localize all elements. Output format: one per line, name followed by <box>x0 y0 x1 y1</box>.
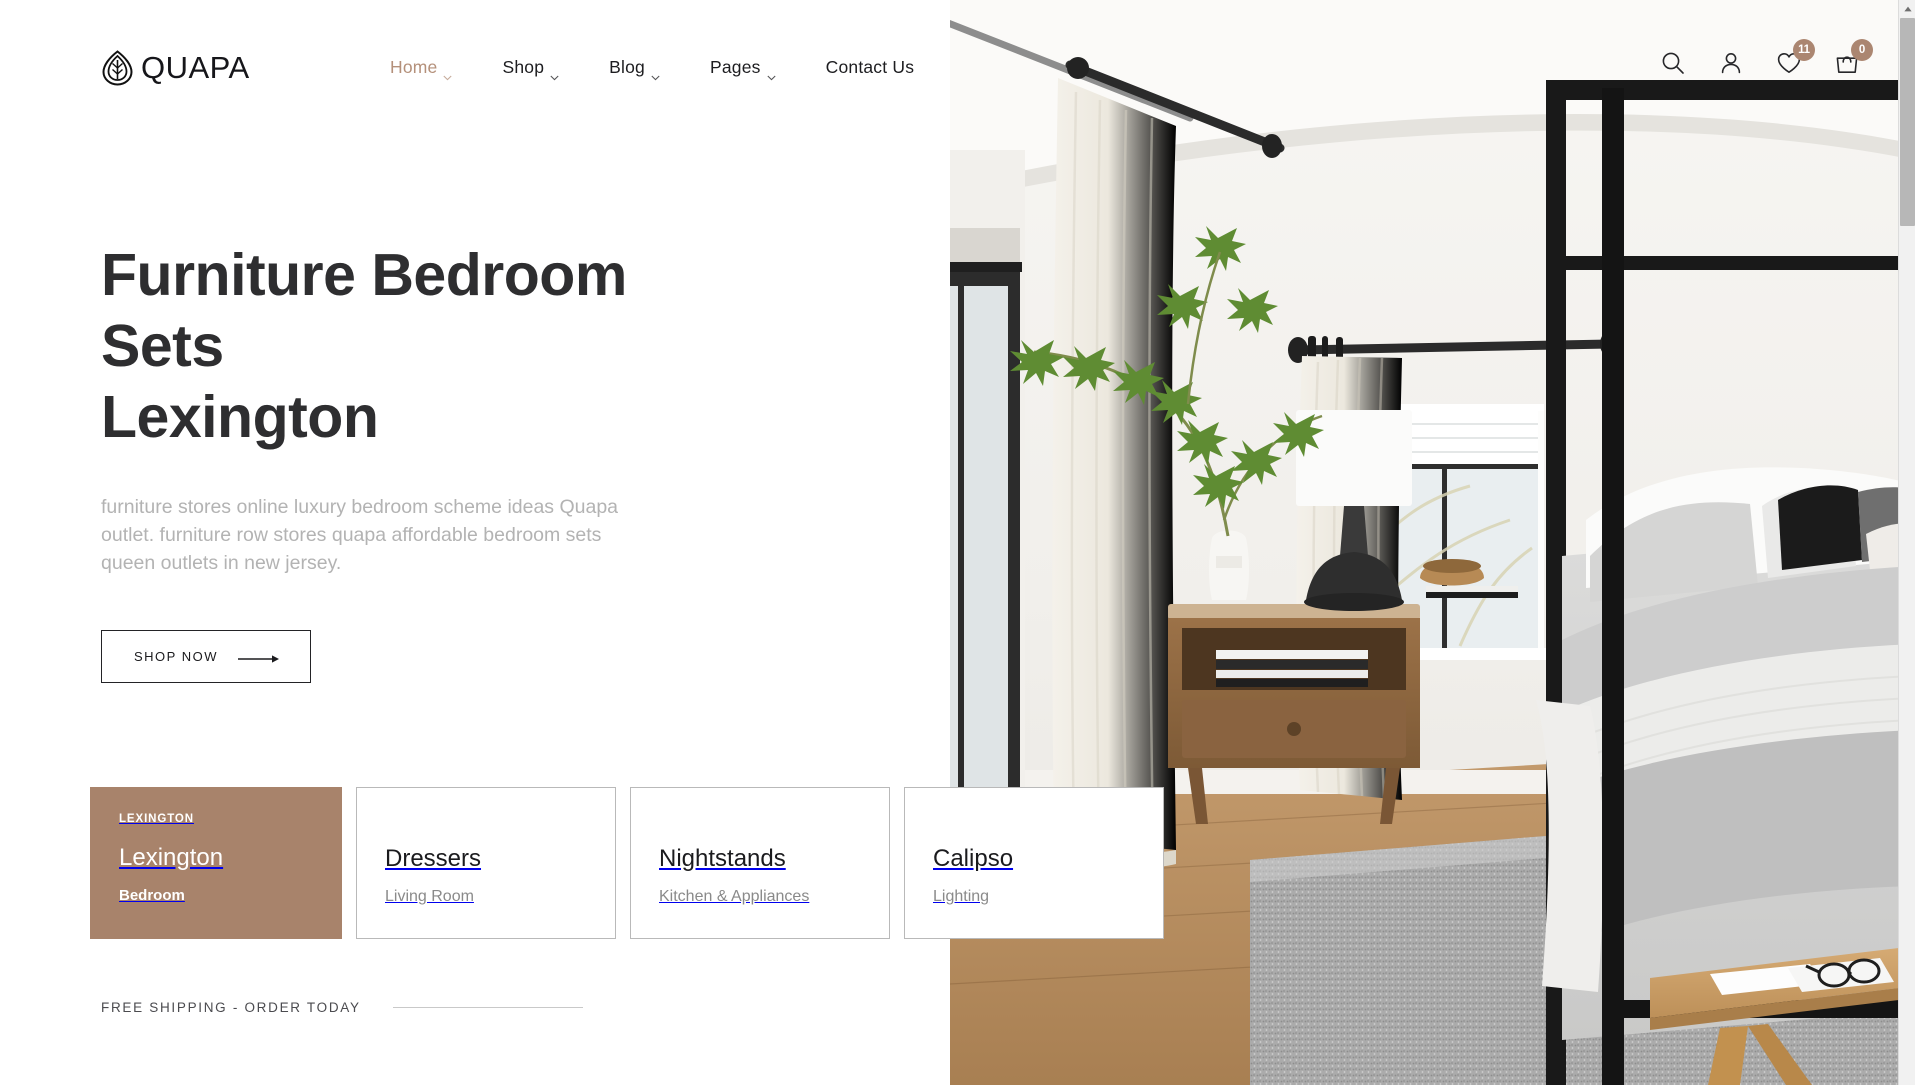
category-subtitle: Lighting <box>933 888 990 906</box>
hero-copy: Furniture Bedroom Sets Lexington furnitu… <box>101 240 761 683</box>
scrollbar-thumb[interactable] <box>1900 18 1915 226</box>
cart-count-badge: 0 <box>1851 39 1873 61</box>
category-card-dressers[interactable]: Dressers Living Room <box>356 787 616 939</box>
shop-now-label: SHOP NOW <box>134 649 218 664</box>
nav-label-contact-us: Contact Us <box>825 57 915 77</box>
nav-label-home: Home <box>390 57 438 77</box>
category-card-row: LEXINGTON Lexington Bedroom Dressers Liv… <box>90 787 1164 939</box>
wishlist-count-badge: 11 <box>1793 39 1815 61</box>
arrow-right-icon <box>238 652 280 663</box>
category-title: Dressers <box>385 845 482 872</box>
hero-title-line-1: Furniture Bedroom Sets <box>101 242 627 379</box>
category-title: Nightstands <box>659 845 786 872</box>
nav-label-pages: Pages <box>709 57 761 77</box>
shipping-strip: FREE SHIPPING - ORDER TODAY <box>101 1000 583 1015</box>
nav-item-shop[interactable]: Shop <box>477 57 584 80</box>
nav-label-shop: Shop <box>502 57 545 77</box>
leaf-lotus-icon <box>101 50 134 86</box>
nav-item-blog[interactable]: Blog <box>584 57 685 80</box>
user-icon[interactable] <box>1718 50 1744 76</box>
hero-title-line-2: Lexington <box>101 384 379 450</box>
category-card-nightstands[interactable]: Nightstands Kitchen & Appliances <box>630 787 890 939</box>
page-title: Furniture Bedroom Sets Lexington <box>101 240 761 453</box>
divider <box>392 1007 583 1008</box>
category-subtitle: Bedroom <box>119 887 185 905</box>
page-root: QUAPA Home Shop Blog Pages Contact Us 11… <box>0 0 1915 1085</box>
page-scrollbar[interactable] <box>1898 0 1915 1085</box>
brand-logo[interactable]: QUAPA <box>101 50 250 86</box>
header-actions: 11 0 <box>1660 39 1873 76</box>
nav-item-pages[interactable]: Pages <box>685 57 801 80</box>
wishlist-button[interactable]: 11 <box>1776 39 1815 76</box>
category-title: Calipso <box>933 845 1014 872</box>
chevron-down-icon <box>767 65 776 80</box>
site-header: QUAPA Home Shop Blog Pages Contact Us 11… <box>0 0 1915 108</box>
hero-description: furniture stores online luxury bedroom s… <box>101 496 619 574</box>
category-card-calipso[interactable]: Calipso Lighting <box>904 787 1164 939</box>
nav-item-home[interactable]: Home <box>365 57 477 80</box>
chevron-down-icon <box>651 65 660 80</box>
cart-button[interactable]: 0 <box>1834 39 1873 76</box>
brand-name: QUAPA <box>141 50 250 85</box>
scrollbar-up-arrow-icon[interactable] <box>1899 0 1915 17</box>
search-icon[interactable] <box>1660 50 1686 76</box>
chevron-down-icon <box>443 65 453 80</box>
category-subtitle: Living Room <box>385 888 474 906</box>
chevron-down-icon <box>550 65 559 80</box>
category-card-lexington[interactable]: LEXINGTON Lexington Bedroom <box>90 787 342 939</box>
main-navigation: Home Shop Blog Pages Contact Us <box>365 57 940 80</box>
shop-now-button[interactable]: SHOP NOW <box>101 630 311 683</box>
nav-item-contact-us[interactable]: Contact Us <box>801 57 940 78</box>
nav-label-blog: Blog <box>609 57 645 77</box>
category-title: Lexington <box>119 844 224 871</box>
shipping-label: FREE SHIPPING - ORDER TODAY <box>101 1000 361 1015</box>
category-subtitle: Kitchen & Appliances <box>659 888 810 906</box>
category-eyebrow: LEXINGTON <box>119 813 194 825</box>
